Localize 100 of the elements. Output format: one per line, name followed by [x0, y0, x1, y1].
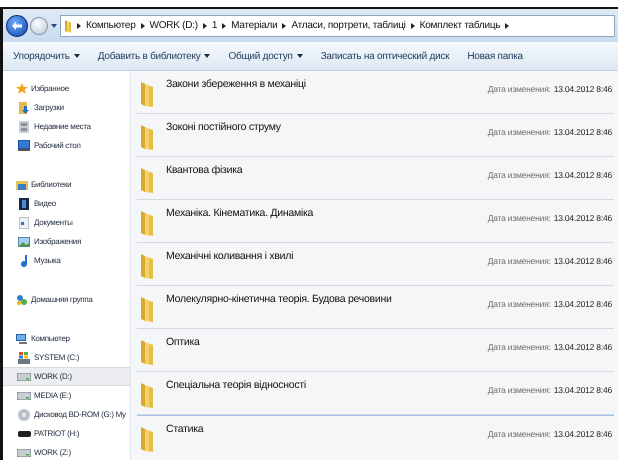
nav-item[interactable]: Недавние места: [3, 117, 130, 136]
nav-group[interactable]: Библиотеки: [3, 175, 130, 194]
nav-group[interactable]: Домашняя группа: [3, 290, 130, 309]
chevron-icon: [222, 22, 226, 28]
nav-item[interactable]: SYSTEM (C:): [3, 348, 130, 367]
folder-row[interactable]: Зоконі постійного струму Дата изменения: 13.04.2012 8:46: [137, 114, 614, 157]
date-value: 13.04.2012 8:46: [554, 341, 612, 354]
nav-item[interactable]: PATRIOT (H:): [3, 424, 130, 443]
system-drive-icon: [18, 352, 30, 364]
folder-icon: [140, 381, 154, 409]
network-icon: [16, 294, 28, 306]
chevron-icon: [202, 22, 207, 28]
date-label: Дата изменения:: [488, 169, 551, 182]
breadcrumb[interactable]: Атласи, портрети, таблиці: [291, 18, 406, 33]
nav-item-label: Видео: [34, 198, 56, 210]
folder-row[interactable]: Оптика Дата изменения: 13.04.2012 8:46: [137, 329, 614, 372]
music-note-icon: [20, 254, 28, 266]
folder-icon: [140, 123, 154, 151]
toolbar-button[interactable]: Записать на оптический диск: [320, 48, 450, 64]
nav-item-label: Документы: [34, 216, 73, 228]
folder-icon: [140, 425, 154, 453]
nav-item-label: WORK (Z:): [34, 446, 71, 458]
desktop-icon: [18, 140, 30, 151]
nav-item[interactable]: Музыка: [3, 251, 130, 270]
nav-item[interactable]: Дисковод BD-ROM (G:) My: [3, 405, 130, 424]
folder-row[interactable]: Спеціальна теорія відносності Дата изменения: 13.04.2012 8:46: [137, 372, 614, 415]
nav-item-label: Загрузки: [34, 102, 64, 114]
folder-row[interactable]: Молекулярно-кінетична теорія. Будова речовини Дата изменения: 13.04.2012 8:46: [137, 286, 614, 329]
date-value: 13.04.2012 8:46: [554, 126, 612, 139]
breadcrumb[interactable]: Комплект таблиць: [420, 18, 500, 33]
date-label: Дата изменения:: [488, 341, 551, 354]
folder-name: Закони збереження в механіці: [166, 77, 306, 92]
nav-item[interactable]: Видео: [3, 194, 130, 213]
date-value: 13.04.2012 8:46: [554, 212, 612, 225]
folder-icon: [140, 209, 154, 237]
star-icon: [16, 82, 28, 94]
nav-item-label: Дисковод BD-ROM (G:) My: [34, 408, 126, 420]
nav-group[interactable]: Компьютер: [3, 329, 130, 348]
toolbar-button[interactable]: Общий доступ: [228, 48, 303, 64]
nav-item-label: Музыка: [34, 254, 60, 266]
back-arrow-icon: [12, 22, 22, 30]
chevron-icon: [140, 22, 145, 28]
folder-name: Статика: [166, 422, 204, 437]
date-label: Дата изменения:: [488, 83, 551, 96]
nav-item[interactable]: MEDIA (E:): [3, 386, 130, 405]
nav-item-label: Недавние места: [34, 120, 91, 132]
nav-item[interactable]: Загрузки: [3, 98, 130, 117]
drive-icon: [17, 448, 31, 456]
chevron-icon: [410, 22, 415, 28]
date-value: 13.04.2012 8:46: [554, 384, 612, 397]
toolbar-button[interactable]: Упорядочить: [13, 48, 80, 64]
disc-drive-icon: [18, 408, 30, 420]
recent-places-icon: [18, 120, 30, 132]
breadcrumb[interactable]: Компьютер: [86, 18, 136, 33]
folder-row[interactable]: Закони збереження в механіці Дата изменения: 13.04.2012 8:46: [137, 71, 614, 114]
date-label: Дата изменения:: [488, 298, 551, 311]
folder-row[interactable]: Механічні коливання і хвилі Дата изменения: 13.04.2012 8:46: [137, 243, 614, 286]
folder-icon: [140, 295, 154, 323]
back-button[interactable]: [6, 14, 28, 36]
nav-group-label: Компьютер: [31, 332, 70, 344]
nav-group-label: Библиотеки: [31, 178, 72, 190]
folder-name: Механіка. Кінематика. Динаміка: [166, 206, 314, 221]
nav-item[interactable]: Документы: [3, 213, 130, 232]
chevron-icon: [505, 22, 510, 28]
nav-item[interactable]: WORK (D:): [3, 367, 130, 386]
nav-item-label: PATRIOT (H:): [34, 428, 80, 440]
date-value: 13.04.2012 8:46: [554, 298, 612, 311]
date-label: Дата изменения:: [488, 384, 551, 397]
toolbar-button[interactable]: Добавить в библиотеку: [98, 48, 210, 64]
library-icon: [16, 178, 28, 190]
address-bar[interactable]: Компьютер WORK (D:) 1 Матеріали Атласи, портрети, таблиці Комплект таблиць: [60, 14, 615, 36]
breadcrumb[interactable]: 1: [212, 18, 218, 33]
folder-row[interactable]: Механіка. Кінематика. Динаміка Дата изменения: 13.04.2012 8:46: [137, 200, 614, 243]
folder-row[interactable]: Статика Дата изменения: 13.04.2012 8:46: [137, 415, 614, 458]
nav-item-label: WORK (D:): [34, 370, 72, 382]
date-label: Дата изменения:: [488, 255, 551, 268]
toolbar-button[interactable]: Новая папка: [467, 48, 523, 64]
film-icon: [19, 198, 29, 210]
folder-row[interactable]: Квантова фізика Дата изменения: 13.04.2012 8:46: [137, 157, 614, 200]
drive-icon: [17, 392, 31, 400]
nav-item-label: Рабочий стол: [34, 140, 81, 152]
download-folder-icon: [18, 102, 30, 114]
folder-icon: [140, 252, 154, 280]
history-dropdown-icon[interactable]: [51, 24, 57, 28]
nav-group[interactable]: Избранное: [3, 79, 130, 98]
breadcrumb[interactable]: Матеріали: [231, 18, 278, 33]
folder-name: Механічні коливання і хвилі: [166, 249, 294, 264]
computer-icon: [16, 332, 28, 344]
folder-name: Молекулярно-кінетична теорія. Будова речовини: [166, 292, 392, 307]
breadcrumb[interactable]: WORK (D:): [150, 18, 198, 33]
usb-drive-icon: [18, 430, 30, 436]
date-label: Дата изменения:: [488, 212, 551, 225]
nav-item-label: SYSTEM (C:): [34, 352, 80, 364]
folder-name: Оптика: [166, 335, 200, 350]
date-value: 13.04.2012 8:46: [554, 83, 612, 96]
nav-item[interactable]: Изображения: [3, 232, 130, 251]
nav-item[interactable]: Рабочий стол: [3, 136, 130, 155]
folder-name: Квантова фізика: [166, 163, 242, 178]
date-value: 13.04.2012 8:46: [554, 169, 612, 182]
nav-item[interactable]: WORK (Z:): [3, 443, 130, 460]
